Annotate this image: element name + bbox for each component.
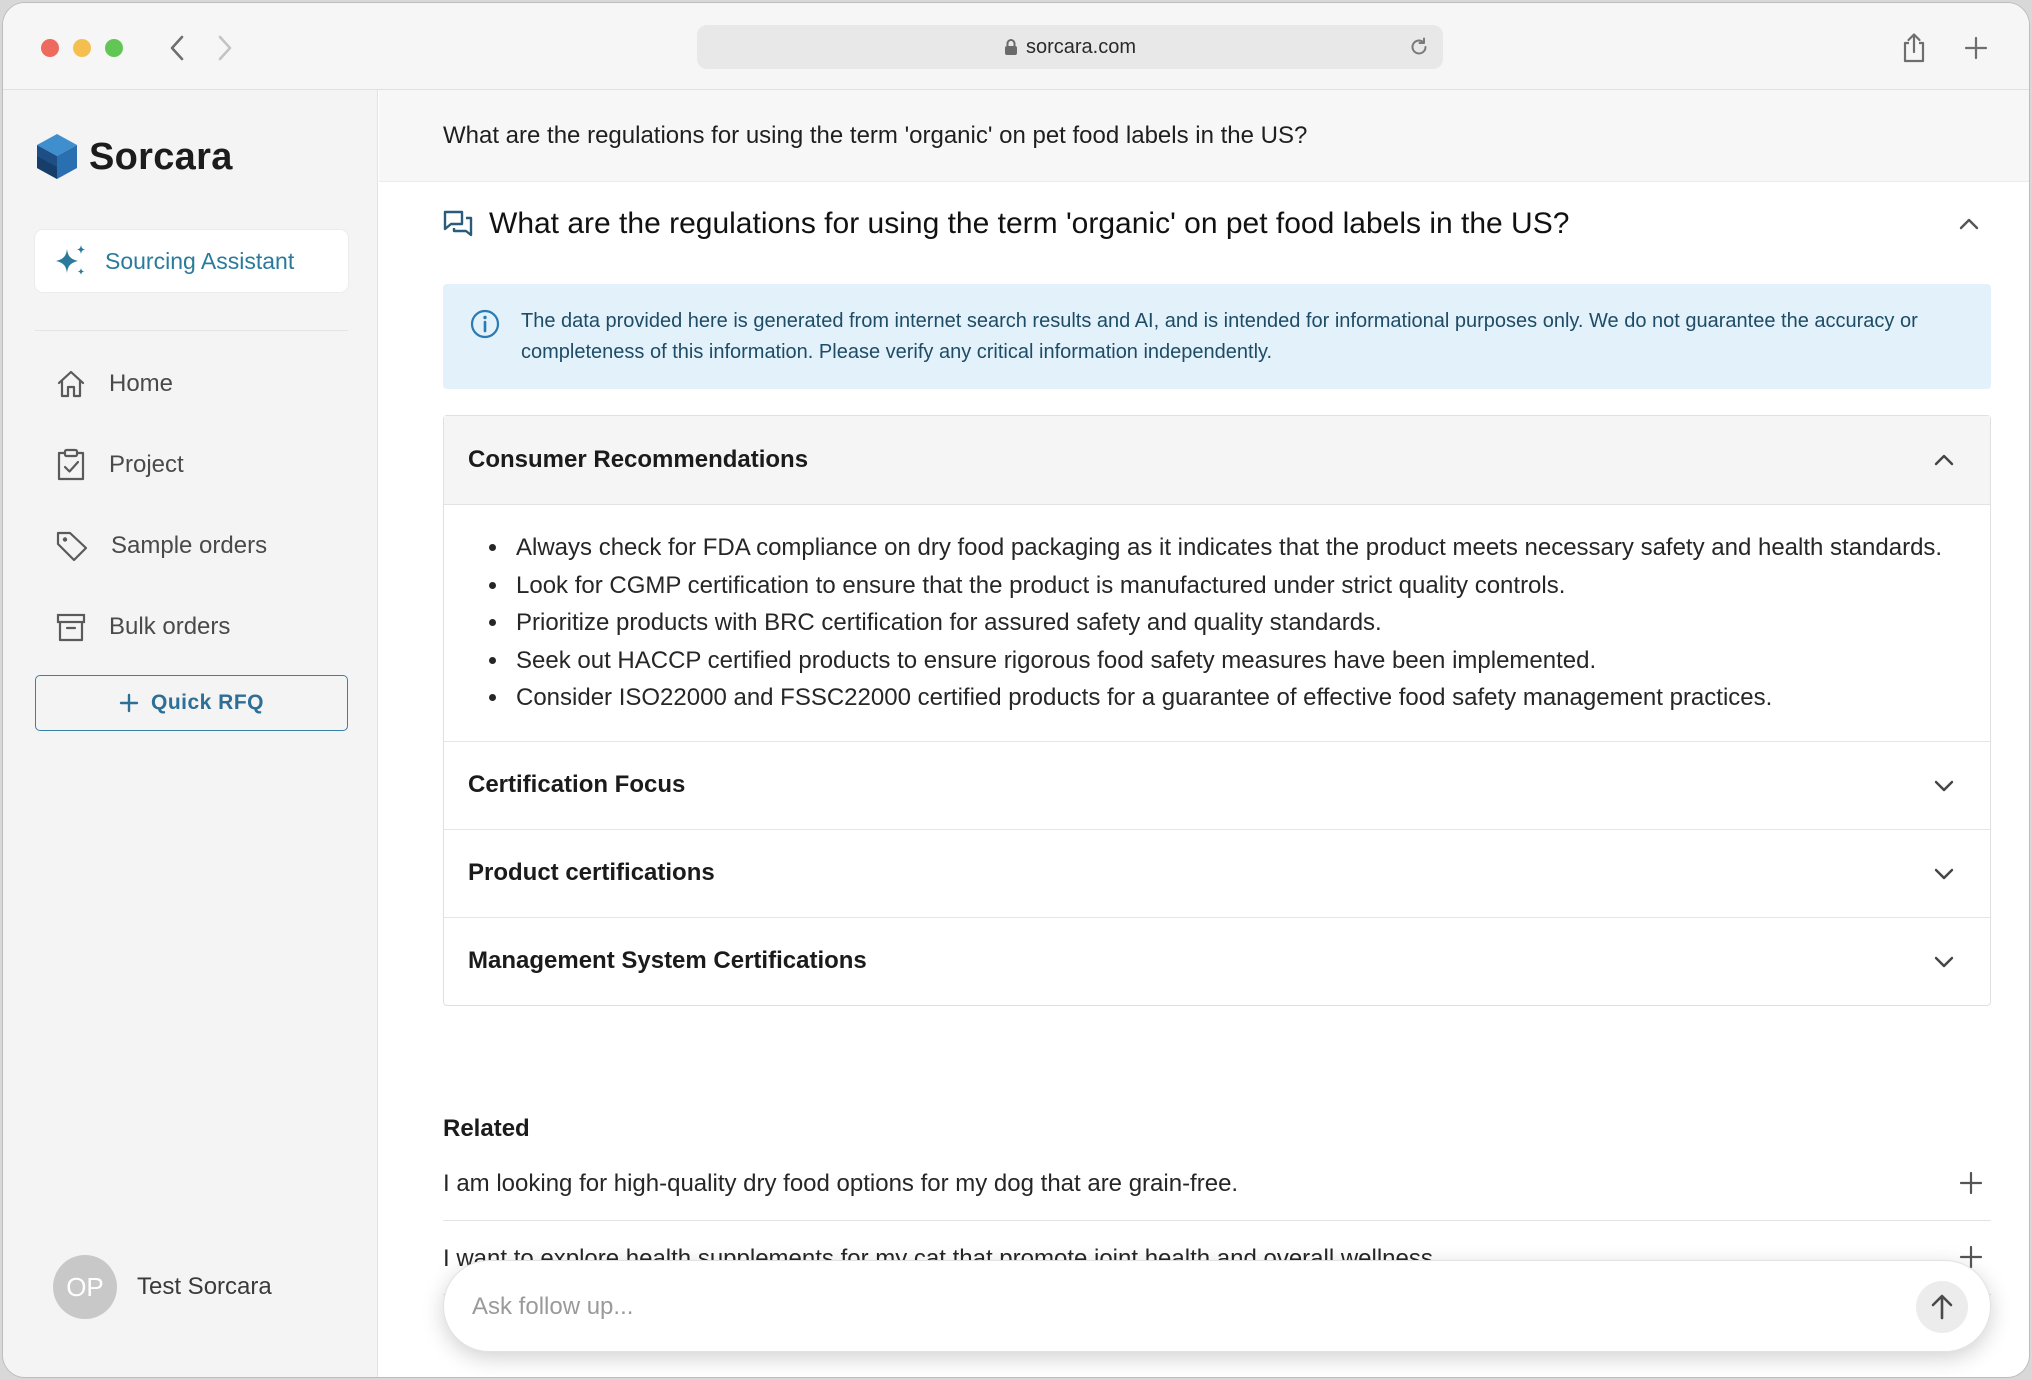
brand-name: Sorcara: [89, 135, 233, 178]
answer-sections: Consumer Recommendations Always check fo…: [443, 415, 1991, 1006]
share-button[interactable]: [1896, 30, 1932, 66]
arrow-up-icon: [1931, 1294, 1953, 1320]
sidebar-item-label: Bulk orders: [109, 612, 231, 640]
sidebar-item-label: Project: [109, 450, 184, 478]
reload-button[interactable]: [1407, 35, 1431, 59]
quick-rfq-button[interactable]: Quick RFQ: [35, 675, 348, 731]
plus-icon[interactable]: [1955, 1167, 1987, 1199]
section-certification-focus[interactable]: Certification Focus: [444, 740, 1990, 829]
minimize-window-button[interactable]: [73, 39, 91, 57]
sidebar-nav: Home Project Sample orders Bulk orders: [35, 330, 348, 667]
follow-up-box: [443, 1260, 1991, 1352]
quick-rfq-label: Quick RFQ: [150, 691, 265, 714]
sidebar-item-home[interactable]: Home: [35, 343, 348, 424]
chevron-down-icon: [1928, 946, 1960, 978]
sourcing-assistant-label: Sourcing Assistant: [105, 247, 295, 274]
reload-icon: [1411, 37, 1427, 55]
disclaimer-notice: The data provided here is generated from…: [443, 284, 1991, 389]
brand-logo[interactable]: Sorcara: [33, 132, 233, 182]
chevron-up-icon: [1928, 444, 1960, 476]
disclaimer-text: The data provided here is generated from…: [521, 310, 1918, 363]
lock-icon: [1004, 39, 1017, 55]
browser-toolbar: sorcara.com: [3, 3, 2029, 90]
tag-icon: [56, 531, 88, 561]
chevron-down-icon: [1928, 858, 1960, 890]
url-text: sorcara.com: [1025, 35, 1137, 58]
section-body: Always check for FDA compliance on dry f…: [444, 505, 1990, 741]
plus-icon: [119, 693, 139, 713]
zoom-window-button[interactable]: [105, 39, 123, 57]
user-name: Test Sorcara: [137, 1273, 272, 1300]
archive-icon: [56, 613, 86, 641]
related-heading: Related: [443, 1115, 530, 1142]
sparkle-icon: [56, 245, 85, 275]
info-icon: [470, 309, 500, 339]
sidebar-item-label: Home: [109, 369, 174, 397]
answer-title: What are the regulations for using the t…: [489, 207, 1570, 240]
section-label: Product certifications: [468, 859, 715, 886]
related-question-text: I am looking for high-quality dry food o…: [443, 1169, 1239, 1197]
list-item: Always check for FDA compliance on dry f…: [510, 529, 1950, 567]
browser-window: sorcara.com Sorcara Sourcing Assistant H…: [3, 3, 2029, 1377]
send-button[interactable]: [1916, 1281, 1968, 1333]
section-label: Consumer Recommendations: [468, 446, 809, 473]
new-tab-icon: [1964, 36, 1988, 60]
home-icon: [57, 370, 85, 397]
chevron-up-icon: [1959, 218, 1979, 230]
sidebar-item-label: Sample orders: [111, 531, 268, 559]
sidebar-item-bulk-orders[interactable]: Bulk orders: [35, 586, 348, 667]
forward-icon: [218, 35, 232, 61]
section-label: Certification Focus: [468, 771, 686, 798]
back-icon: [170, 35, 184, 61]
section-label: Management System Certifications: [468, 947, 867, 974]
query-header: What are the regulations for using the t…: [379, 90, 2029, 182]
back-button[interactable]: [159, 30, 195, 66]
follow-up-input[interactable]: [472, 1283, 1852, 1331]
sourcing-assistant-button[interactable]: Sourcing Assistant: [35, 230, 348, 292]
section-product-certifications[interactable]: Product certifications: [444, 828, 1990, 917]
chevron-down-icon: [1928, 770, 1960, 802]
collapse-answer-button[interactable]: [1953, 208, 1985, 240]
clipboard-icon: [57, 448, 85, 480]
forward-button[interactable]: [207, 30, 243, 66]
answer-header: What are the regulations for using the t…: [443, 200, 1985, 248]
section-consumer-recommendations[interactable]: Consumer Recommendations: [444, 416, 1990, 505]
sidebar: Sorcara Sourcing Assistant Home Project …: [3, 90, 378, 1377]
recommendation-list: Always check for FDA compliance on dry f…: [510, 529, 1950, 717]
list-item: Look for CGMP certification to ensure th…: [510, 567, 1950, 605]
query-text: What are the regulations for using the t…: [443, 121, 1308, 149]
list-item: Consider ISO22000 and FSSC22000 certifie…: [510, 679, 1950, 717]
close-window-button[interactable]: [41, 39, 59, 57]
avatar: OP: [53, 1255, 117, 1319]
share-icon: [1903, 33, 1925, 63]
list-item: Prioritize products with BRC certificati…: [510, 604, 1950, 642]
main-content: What are the regulations for using the t…: [379, 90, 2029, 1377]
sidebar-item-sample-orders[interactable]: Sample orders: [35, 505, 348, 586]
chat-icon: [443, 210, 473, 237]
section-management-system-certifications[interactable]: Management System Certifications: [444, 916, 1990, 1005]
user-profile[interactable]: OP Test Sorcara: [53, 1255, 272, 1319]
list-item: Seek out HACCP certified products to ens…: [510, 642, 1950, 680]
address-bar[interactable]: sorcara.com: [697, 25, 1443, 69]
sidebar-item-project[interactable]: Project: [35, 424, 348, 505]
sorcara-logo-icon: [37, 134, 77, 179]
related-question[interactable]: I am looking for high-quality dry food o…: [443, 1147, 1991, 1221]
new-tab-button[interactable]: [1958, 30, 1994, 66]
